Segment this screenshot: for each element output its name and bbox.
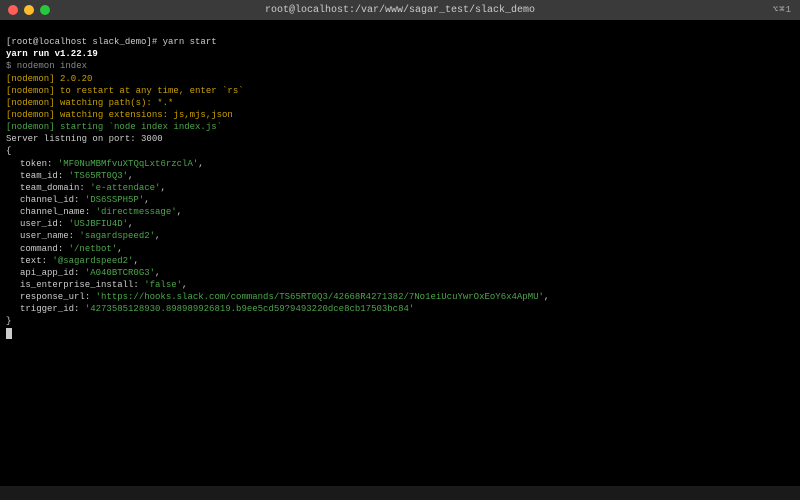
window-title: root@localhost:/var/www/sagar_test/slack… bbox=[0, 5, 800, 16]
zoom-icon[interactable] bbox=[40, 5, 50, 15]
nodemon-start-line: [nodemon] starting `node index index.js` bbox=[6, 122, 222, 132]
payload-value: '4273585128930.898989926819.b9ee5cd59?94… bbox=[85, 304, 414, 314]
payload-key: team_id bbox=[20, 171, 58, 181]
payload-key: response_url bbox=[20, 292, 85, 302]
payload-value: 'MF0NuMBMfvuXTQqLxt6rzclA' bbox=[58, 159, 198, 169]
traffic-lights bbox=[8, 5, 50, 15]
payload-value: 'TS65RT0Q3' bbox=[69, 171, 128, 181]
nodemon-line: [nodemon] watching path(s): *.* bbox=[6, 98, 173, 108]
payload-key: user_name bbox=[20, 231, 69, 241]
payload-key: token bbox=[20, 159, 47, 169]
object-open-brace: { bbox=[6, 146, 11, 156]
payload-value: 'DS6SSPH5P' bbox=[85, 195, 144, 205]
window-titlebar: root@localhost:/var/www/sagar_test/slack… bbox=[0, 0, 800, 20]
payload-key: command bbox=[20, 244, 58, 254]
server-listen-line: Server listning on port: 3000 bbox=[6, 134, 163, 144]
payload-value: 'directmessage' bbox=[96, 207, 177, 217]
close-icon[interactable] bbox=[8, 5, 18, 15]
payload-key: team_domain bbox=[20, 183, 79, 193]
payload-value: '@sagardspeed2' bbox=[52, 256, 133, 266]
object-close-brace: } bbox=[6, 316, 11, 326]
yarn-run-line: yarn run v1.22.19 bbox=[6, 49, 98, 59]
payload-value: 'sagardspeed2' bbox=[79, 231, 155, 241]
minimize-icon[interactable] bbox=[24, 5, 34, 15]
payload-key: is_enterprise_install bbox=[20, 280, 133, 290]
terminal-output[interactable]: [root@localhost slack_demo]# yarn start … bbox=[0, 20, 800, 486]
payload-key: user_id bbox=[20, 219, 58, 229]
payload-key: text bbox=[20, 256, 42, 266]
payload-value: 'USJBFIU4D' bbox=[69, 219, 128, 229]
terminal-bottom-bar bbox=[0, 486, 800, 500]
payload-key: channel_name bbox=[20, 207, 85, 217]
payload-value: 'https://hooks.slack.com/commands/TS65RT… bbox=[96, 292, 544, 302]
payload-key: trigger_id bbox=[20, 304, 74, 314]
nodemon-line: [nodemon] watching extensions: js,mjs,js… bbox=[6, 110, 233, 120]
nodemon-line: [nodemon] 2.0.20 bbox=[6, 74, 92, 84]
nodemon-command: $ nodemon index bbox=[6, 61, 87, 71]
payload-value: 'e-attendace' bbox=[90, 183, 160, 193]
payload-key: api_app_id bbox=[20, 268, 74, 278]
payload-value: 'false' bbox=[144, 280, 182, 290]
pane-indicator: ⌥⌘1 bbox=[773, 5, 792, 15]
nodemon-line: [nodemon] to restart at any time, enter … bbox=[6, 86, 244, 96]
payload-body: token: 'MF0NuMBMfvuXTQqLxt6rzclA', team_… bbox=[6, 158, 794, 316]
terminal-cursor bbox=[6, 328, 12, 339]
payload-value: '/netbot' bbox=[69, 244, 118, 254]
payload-key: channel_id bbox=[20, 195, 74, 205]
payload-value: 'A040BTCR0G3' bbox=[85, 268, 155, 278]
shell-prompt: [root@localhost slack_demo]# yarn start bbox=[6, 37, 217, 47]
